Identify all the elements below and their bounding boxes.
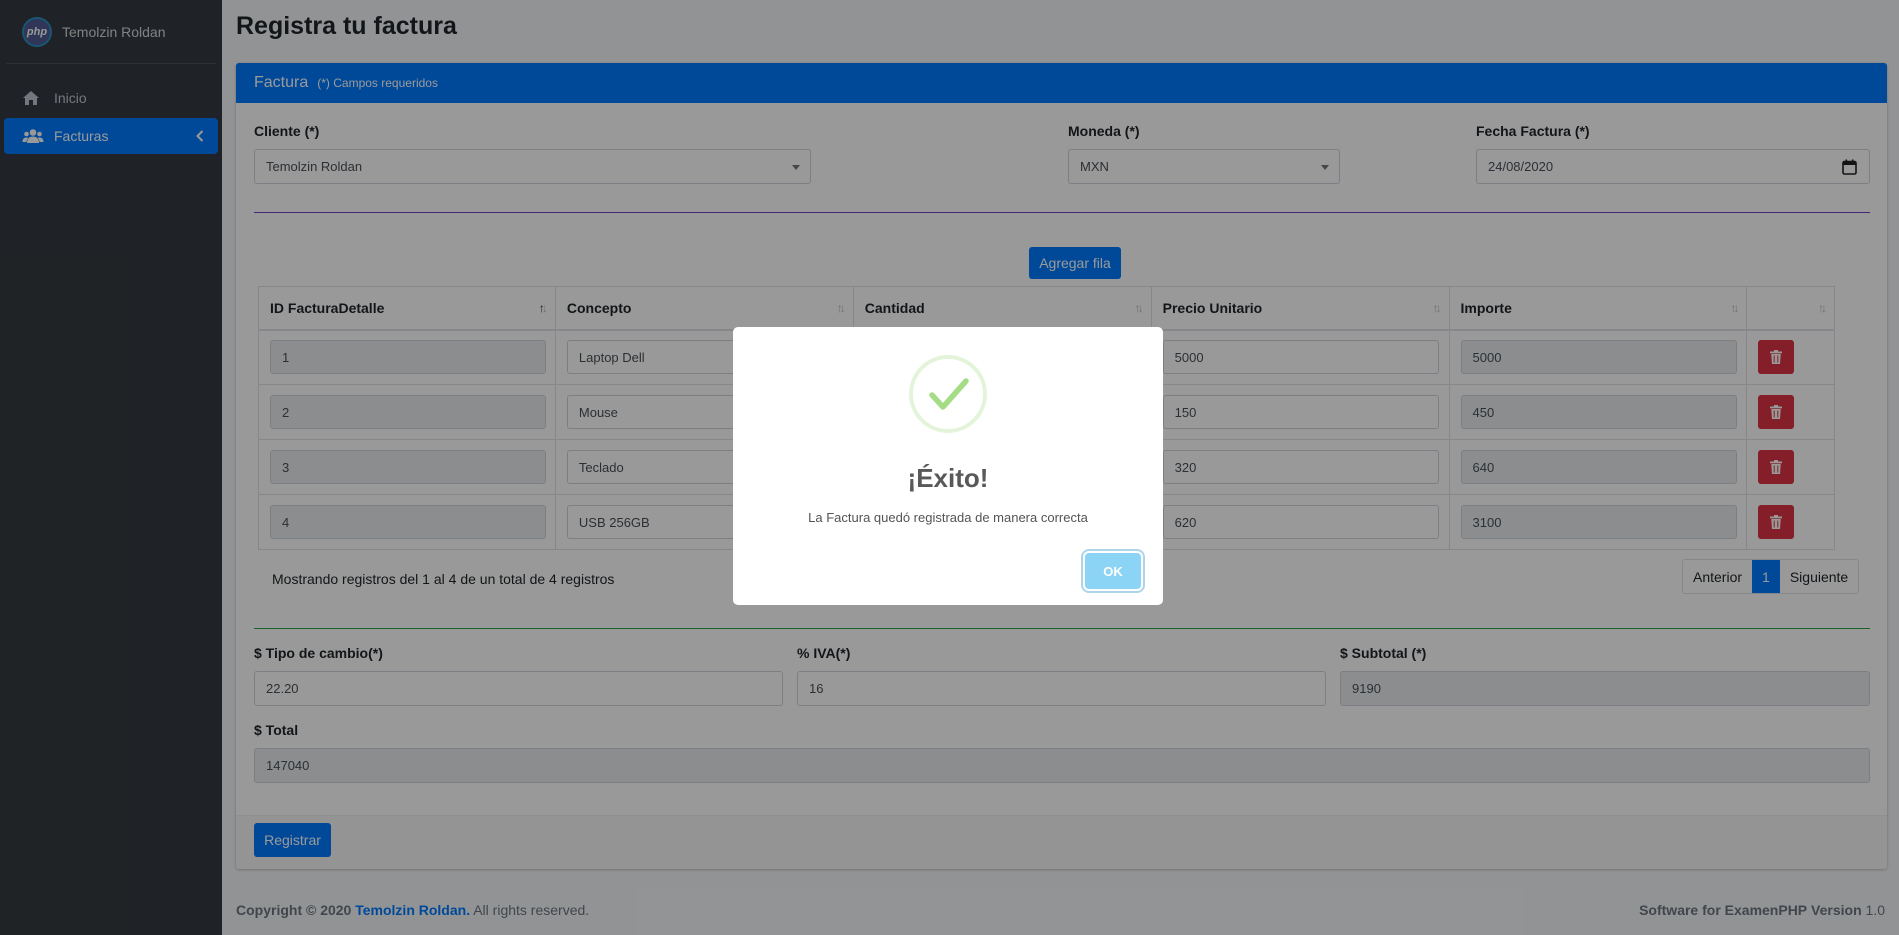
ok-button[interactable]: OK [1085,553,1141,589]
success-check-icon [909,355,987,433]
dialog-title: ¡Éxito! [907,463,989,493]
dialog-message: La Factura quedó registrada de manera co… [808,510,1088,525]
success-dialog: ¡Éxito! La Factura quedó registrada de m… [733,327,1163,605]
